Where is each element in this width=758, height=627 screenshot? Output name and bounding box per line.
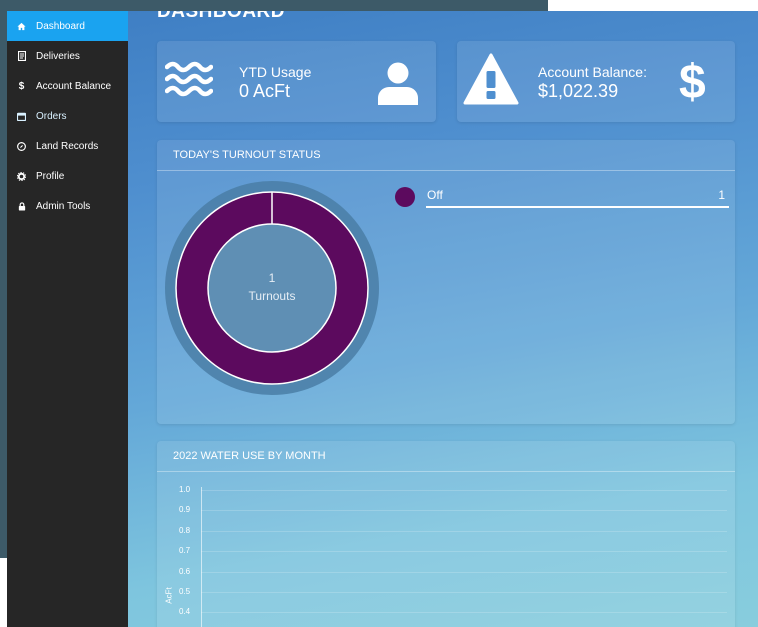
home-icon	[7, 22, 36, 31]
warning-icon	[463, 53, 519, 110]
dollar-sign-icon: $	[679, 56, 706, 109]
sidebar-item-admin-tools[interactable]: Admin Tools	[7, 191, 128, 221]
water-waves-icon	[164, 58, 214, 105]
water-use-title: 2022 WATER USE BY MONTH	[157, 441, 735, 472]
y-gridline	[201, 551, 727, 553]
y-tick-label: 0.8	[179, 525, 191, 535]
sidebar-item-label: Admin Tools	[36, 200, 91, 212]
sidebar: Dashboard Deliveries $ Account Balance O…	[7, 11, 128, 627]
y-tick-label: 0.7	[179, 546, 191, 556]
legend-bar	[426, 206, 729, 208]
user-icon	[377, 61, 419, 110]
turnout-status-title: TODAY'S TURNOUT STATUS	[157, 140, 735, 171]
sidebar-item-deliveries[interactable]: Deliveries	[7, 41, 128, 71]
account-balance-card: Account Balance: $1,022.39 $	[457, 41, 735, 122]
account-balance-label: Account Balance:	[538, 64, 647, 80]
ytd-usage-value: 0 AcFt	[239, 81, 291, 101]
lock-icon	[7, 201, 36, 211]
sidebar-item-label: Deliveries	[36, 50, 80, 62]
turnout-status-panel: TODAY'S TURNOUT STATUS 1 Turnouts Off 1	[157, 140, 735, 424]
sidebar-item-dashboard[interactable]: Dashboard	[7, 11, 128, 41]
sidebar-item-label: Account Balance	[36, 80, 112, 92]
legend-count: 1	[718, 188, 725, 202]
account-balance-value: $1,022.39	[538, 81, 619, 101]
y-gridline	[201, 530, 727, 532]
dollar-icon: $	[18, 80, 25, 92]
y-gridline	[201, 612, 727, 614]
y-tick-label: 0.9	[179, 505, 191, 515]
y-tick-label: 0.4	[179, 607, 191, 617]
y-tick-label: 1.0	[179, 485, 191, 494]
y-tick-label: 0.5	[179, 587, 191, 596]
document-icon	[7, 51, 36, 61]
y-gridline	[201, 490, 727, 491]
y-gridline	[201, 592, 727, 593]
y-gridline	[201, 571, 727, 573]
y-tick-label: 0.6	[179, 566, 191, 576]
sidebar-item-label: Profile	[36, 170, 65, 182]
sidebar-item-profile[interactable]: Profile	[7, 161, 128, 191]
sidebar-item-land-records[interactable]: Land Records	[7, 131, 128, 161]
sidebar-item-label: Land Records	[36, 140, 99, 152]
y-axis-label: AcFt	[164, 587, 174, 604]
ytd-usage-card: YTD Usage 0 AcFt	[157, 41, 436, 122]
compass-icon	[7, 141, 36, 151]
y-gridline	[201, 510, 727, 512]
gear-icon	[7, 171, 36, 181]
page-title: DASHBOARD	[157, 11, 285, 22]
donut-center-count: 1	[268, 271, 276, 285]
turnout-donut-chart	[165, 181, 379, 395]
legend-item-off[interactable]: Off 1	[395, 187, 729, 211]
y-axis-line	[201, 487, 202, 627]
calendar-icon	[7, 112, 36, 121]
legend-color-swatch	[395, 187, 415, 207]
legend-label: Off	[427, 188, 443, 202]
donut-center-label: Turnouts	[248, 289, 296, 303]
water-use-panel: 2022 WATER USE BY MONTH AcFt 1.0 0.9 0.8 0.…	[157, 441, 735, 627]
sidebar-item-label: Orders	[36, 110, 67, 122]
sidebar-item-label: Dashboard	[36, 20, 85, 32]
sidebar-item-orders[interactable]: Orders	[7, 101, 128, 131]
ytd-usage-label: YTD Usage	[239, 64, 312, 80]
main-content: DASHBOARD YTD Usage 0 AcFt Account Balan…	[128, 11, 758, 627]
sidebar-item-account-balance[interactable]: $ Account Balance	[7, 71, 128, 101]
